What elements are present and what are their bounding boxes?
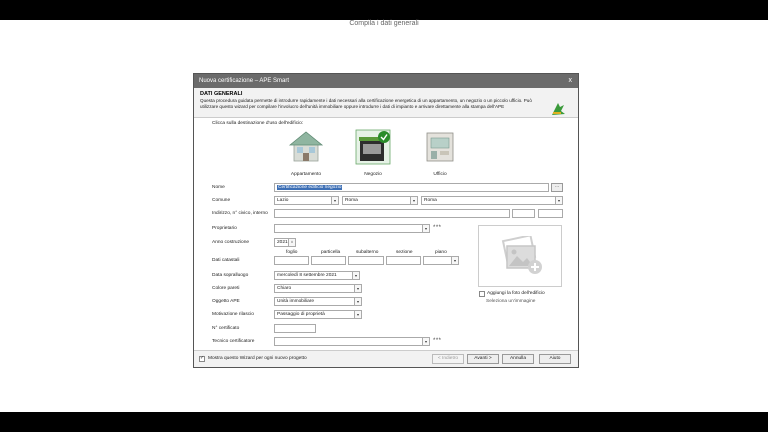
show-wizard-checkbox[interactable]: ✓ xyxy=(199,355,205,362)
data-value: mercoledì 8 settembre 2021 xyxy=(277,273,337,278)
regione-value: Lazio xyxy=(277,198,289,203)
dialog-content: Clicca sulla destinazione d'uso dell'edi… xyxy=(194,118,578,350)
shop-icon xyxy=(355,129,391,165)
oggetto-label: Oggetto APE xyxy=(212,299,240,304)
ncert-input[interactable] xyxy=(274,324,316,333)
chevron-down-icon: ▾ xyxy=(555,197,562,204)
app-title: Compila i dati generali xyxy=(349,20,419,27)
chevron-down-icon: ▾ xyxy=(451,257,458,264)
indirizzo-input[interactable] xyxy=(274,209,510,218)
next-button[interactable]: Avanti > xyxy=(467,354,499,364)
colore-value: Chiaro xyxy=(277,286,292,291)
destination-label: Negozio xyxy=(364,172,382,177)
provincia-value: Roma xyxy=(345,198,358,203)
chevron-down-icon: ▾ xyxy=(422,338,429,345)
civico-input[interactable] xyxy=(512,209,535,218)
house-icon xyxy=(288,131,324,162)
add-image-icon xyxy=(501,236,542,274)
foglio-input[interactable] xyxy=(274,256,309,265)
add-photo-label: Aggiungi la foto dell'edificio xyxy=(487,291,545,296)
comune-select[interactable]: Roma ▾ xyxy=(421,196,563,205)
destination-label: Ufficio xyxy=(433,172,447,177)
tecnico-label: Tecnico certificatore xyxy=(212,339,255,344)
help-button[interactable]: Aiuto xyxy=(539,354,571,364)
bottom-black-bar xyxy=(0,412,768,432)
anno-label: Anno costruzione xyxy=(212,240,250,245)
nome-input[interactable]: Certificazione edificio negozio xyxy=(274,183,549,192)
new-certification-dialog: Nuova certificazione – APE Smart x DATI … xyxy=(193,73,579,368)
cancel-button[interactable]: Annulla xyxy=(502,354,534,364)
destination-ufficio[interactable]: Ufficio xyxy=(420,129,460,177)
destination-prompt: Clicca sulla destinazione d'uso dell'edi… xyxy=(212,121,304,126)
interno-input[interactable] xyxy=(538,209,563,218)
anno-value: 2021 xyxy=(277,240,288,245)
oggetto-value: Unità immobiliare xyxy=(277,299,315,304)
show-wizard-label: Mostra questo Wizard per ogni nuovo prog… xyxy=(208,356,307,361)
nome-value: Certificazione edificio negozio xyxy=(277,185,343,190)
comune-label: Comune xyxy=(212,198,231,203)
proprietario-label: Proprietario xyxy=(212,226,237,231)
dialog-title: Nuova certificazione – APE Smart xyxy=(199,78,290,84)
dialog-header: DATI GENERALI Questa procedura guidata p… xyxy=(194,88,578,118)
back-button[interactable]: < Indietro xyxy=(432,354,464,364)
indirizzo-label: Indirizzo, n° civico, interno xyxy=(212,211,268,216)
building-photo-placeholder[interactable] xyxy=(478,225,562,287)
calendar-dropdown-icon: ▾ xyxy=(352,272,359,279)
tecnico-select[interactable]: ▾ xyxy=(274,337,430,346)
oggetto-select[interactable]: Unità immobiliare ▾ xyxy=(274,297,362,306)
motivazione-value: Passaggio di proprietà xyxy=(277,312,325,317)
motivazione-label: Motivazione rilascio xyxy=(212,312,254,317)
chevron-down-icon: ▾ xyxy=(354,311,361,318)
nome-browse-button[interactable]: ... xyxy=(551,183,563,192)
chevron-down-icon: ▾ xyxy=(331,197,338,204)
header-title: DATI GENERALI xyxy=(200,91,243,97)
chevron-down-icon: ▾ xyxy=(354,285,361,292)
sezione-input[interactable] xyxy=(386,256,421,265)
comune-value: Roma xyxy=(424,198,437,203)
data-label: Data sopralluogo xyxy=(212,273,249,278)
colore-label: Colore pareti xyxy=(212,286,240,291)
wizard-logo-icon xyxy=(552,103,565,115)
ncert-label: N° certificato xyxy=(212,326,240,331)
office-icon xyxy=(426,132,454,162)
particella-input[interactable] xyxy=(311,256,346,265)
proprietario-select[interactable]: ▾ xyxy=(274,224,430,233)
chevron-down-icon: ▾ xyxy=(410,197,417,204)
destination-appartamento[interactable]: Appartamento xyxy=(286,129,326,177)
select-image-link[interactable]: Seleziona un'immagine xyxy=(486,299,535,305)
checkmark-icon: ✓ xyxy=(200,355,205,361)
subalterno-input[interactable] xyxy=(348,256,384,265)
destination-label: Appartamento xyxy=(290,172,322,177)
proprietario-more-button[interactable]: *** xyxy=(433,225,442,231)
colore-select[interactable]: Chiaro ▾ xyxy=(274,284,362,293)
data-sopralluogo-picker[interactable]: mercoledì 8 settembre 2021 ▾ xyxy=(274,271,360,280)
stepper-icon: ⇕ xyxy=(288,239,295,246)
destination-negozio[interactable]: Negozio xyxy=(353,129,393,177)
chevron-down-icon: ▾ xyxy=(354,298,361,305)
nome-label: Nome xyxy=(212,185,225,190)
catastali-label: Dati catastali xyxy=(212,258,240,263)
chevron-down-icon: ▾ xyxy=(422,225,429,232)
piano-select[interactable]: ▾ xyxy=(423,256,459,265)
dialog-titlebar: Nuova certificazione – APE Smart x xyxy=(194,74,578,88)
motivazione-select[interactable]: Passaggio di proprietà ▾ xyxy=(274,310,362,319)
regione-select[interactable]: Lazio ▾ xyxy=(274,196,339,205)
add-photo-checkbox[interactable] xyxy=(479,291,485,297)
provincia-select[interactable]: Roma ▾ xyxy=(342,196,418,205)
close-icon[interactable]: x xyxy=(569,74,573,88)
tecnico-more-button[interactable]: *** xyxy=(433,338,442,344)
dialog-footer: ✓ Mostra questo Wizard per ogni nuovo pr… xyxy=(194,350,578,367)
header-description: Questa procedura guidata permette di int… xyxy=(200,98,532,109)
anno-stepper[interactable]: 2021 ⇕ xyxy=(274,238,296,247)
top-black-bar xyxy=(0,0,768,20)
